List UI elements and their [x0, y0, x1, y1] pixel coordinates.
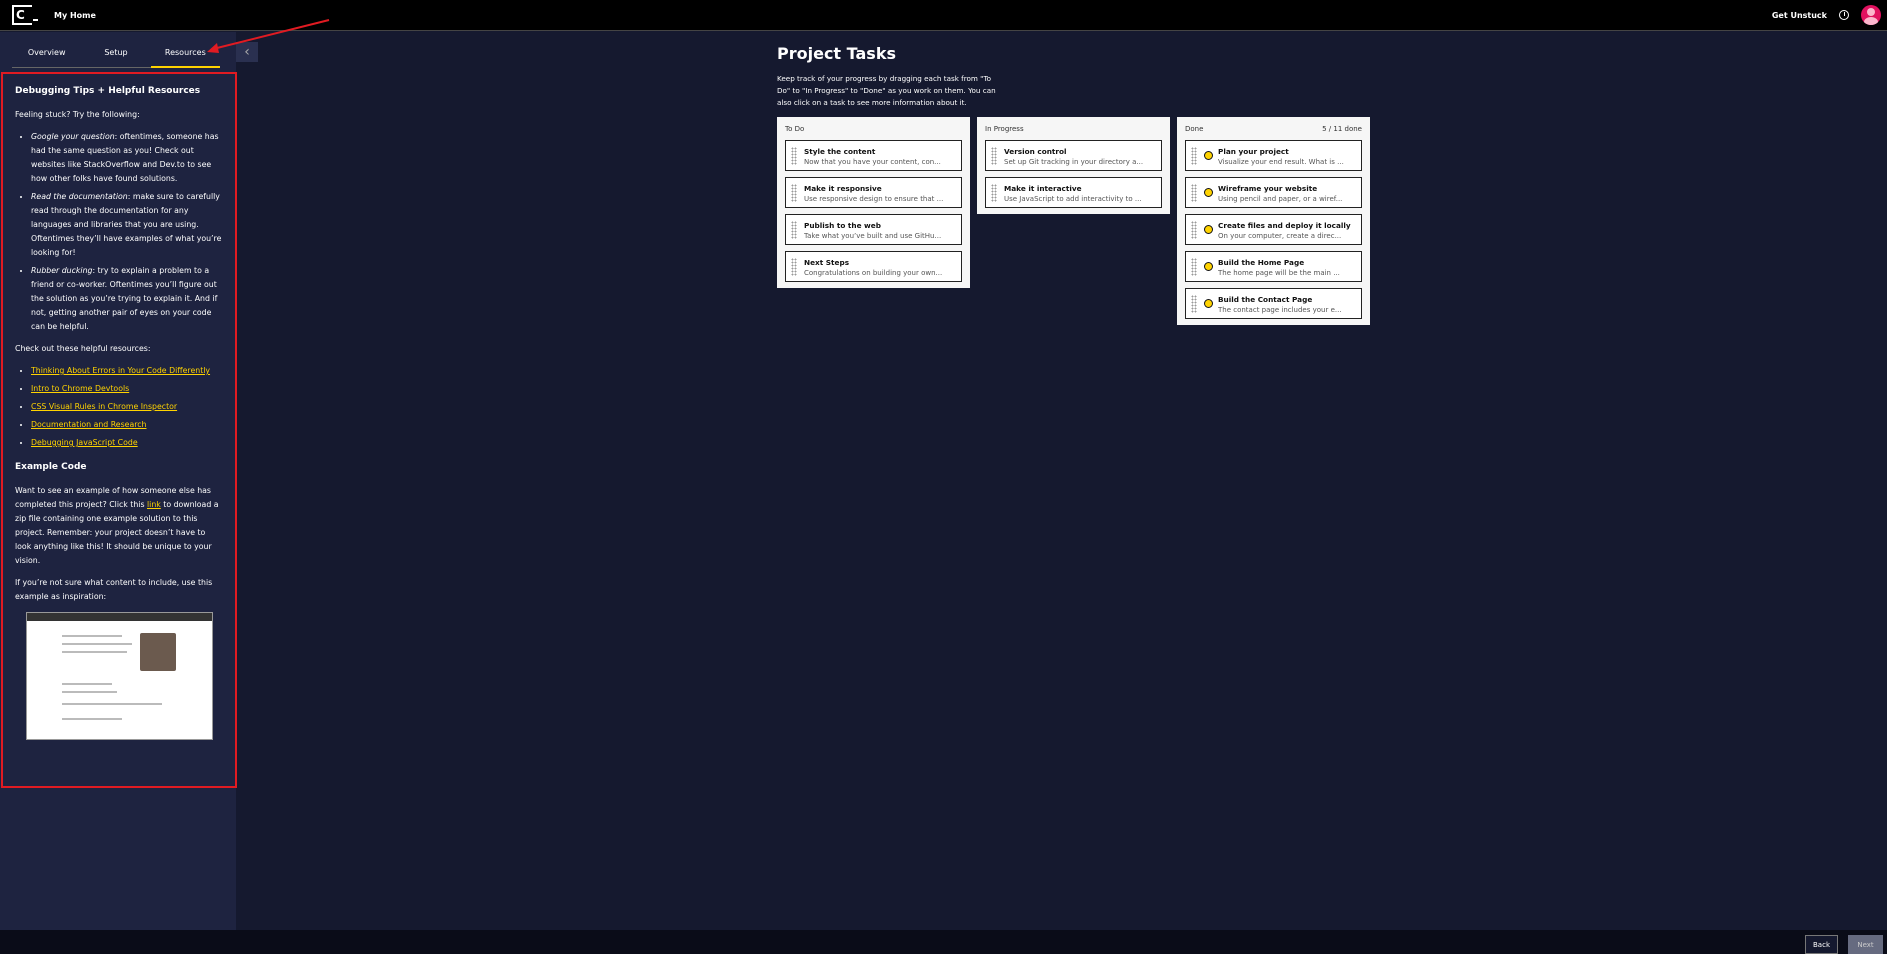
my-home-link[interactable]: My Home	[54, 11, 96, 20]
column-label: Done	[1185, 125, 1204, 133]
drag-handle-icon[interactable]	[1191, 258, 1197, 276]
task-card[interactable]: Style the content Now that you have your …	[785, 140, 962, 171]
tips-list: Google your question: oftentimes, someon…	[31, 130, 223, 334]
done-count: 5 / 11 done	[1322, 125, 1362, 133]
drag-handle-icon[interactable]	[1191, 295, 1197, 313]
next-button[interactable]: Next	[1848, 935, 1883, 954]
page-title: Project Tasks	[777, 44, 896, 63]
sidebar-tabs: Overview Setup Resources	[12, 46, 221, 68]
tip-item: Rubber ducking: try to explain a problem…	[31, 264, 223, 334]
drag-handle-icon[interactable]	[1191, 147, 1197, 165]
alarm-clock-icon[interactable]	[1839, 10, 1849, 20]
resource-link[interactable]: Documentation and Research	[31, 420, 147, 429]
back-button[interactable]: Back	[1805, 935, 1838, 954]
column-in-progress: In Progress Version control Set up Git tr…	[977, 117, 1170, 214]
drag-handle-icon[interactable]	[791, 221, 797, 239]
tab-overview[interactable]: Overview	[12, 46, 81, 67]
drag-handle-icon[interactable]	[791, 258, 797, 276]
tip-item: Read the documentation: make sure to car…	[31, 190, 223, 260]
resource-link[interactable]: Thinking About Errors in Your Code Diffe…	[31, 366, 210, 375]
resource-link[interactable]: Debugging JavaScript Code	[31, 438, 138, 447]
resource-link[interactable]: CSS Visual Rules in Chrome Inspector	[31, 402, 177, 411]
task-card[interactable]: Build the Contact Page The contact page i…	[1185, 288, 1362, 319]
drag-handle-icon[interactable]	[1191, 184, 1197, 202]
example-screenshot-image	[25, 612, 213, 740]
task-card[interactable]: Wireframe your website Using pencil and p…	[1185, 177, 1362, 208]
completed-check-icon	[1204, 262, 1213, 271]
column-label: To Do	[785, 125, 805, 133]
resources-panel: Debugging Tips + Helpful Resources Feeli…	[1, 72, 237, 788]
task-card[interactable]: Publish to the web Take what you’ve built…	[785, 214, 962, 245]
codecademy-logo[interactable]: C	[12, 5, 38, 25]
annotation-arrow	[207, 19, 330, 53]
avatar[interactable]	[1861, 5, 1881, 25]
resource-link[interactable]: Intro to Chrome Devtools	[31, 384, 129, 393]
example-download-link[interactable]: link	[147, 500, 161, 509]
task-card[interactable]: Next Steps Congratulations on building yo…	[785, 251, 962, 282]
page-description: Keep track of your progress by dragging …	[777, 74, 996, 107]
inspiration-text: If you’re not sure what content to inclu…	[15, 578, 213, 601]
drag-handle-icon[interactable]	[791, 184, 797, 202]
task-card[interactable]: Make it responsive Use responsive design …	[785, 177, 962, 208]
completed-check-icon	[1204, 151, 1213, 160]
column-todo: To Do Style the content Now that you have…	[777, 117, 970, 288]
resource-links: Thinking About Errors in Your Code Diffe…	[31, 364, 223, 450]
column-label: In Progress	[985, 125, 1024, 133]
resources-intro: Feeling stuck? Try the following:	[15, 110, 140, 119]
completed-check-icon	[1204, 225, 1213, 234]
tab-setup[interactable]: Setup	[81, 46, 150, 67]
task-card[interactable]: Plan your project Visualize your end resu…	[1185, 140, 1362, 171]
task-card[interactable]: Make it interactive Use JavaScript to add…	[985, 177, 1162, 208]
task-card[interactable]: Build the Home Page The home page will be…	[1185, 251, 1362, 282]
task-card[interactable]: Version control Set up Git tracking in yo…	[985, 140, 1162, 171]
example-text: Want to see an example of how someone el…	[15, 486, 219, 565]
task-card[interactable]: Create files and deploy it locally On you…	[1185, 214, 1362, 245]
completed-check-icon	[1204, 299, 1213, 308]
links-intro: Check out these helpful resources:	[15, 344, 151, 353]
example-code-heading: Example Code	[15, 462, 87, 472]
get-unstuck-button[interactable]: Get Unstuck	[1772, 11, 1827, 20]
drag-handle-icon[interactable]	[991, 147, 997, 165]
drag-handle-icon[interactable]	[791, 147, 797, 165]
completed-check-icon	[1204, 188, 1213, 197]
resources-heading: Debugging Tips + Helpful Resources	[15, 86, 201, 96]
drag-handle-icon[interactable]	[991, 184, 997, 202]
column-done: Done 5 / 11 done Plan your project Visuali…	[1177, 117, 1370, 325]
drag-handle-icon[interactable]	[1191, 221, 1197, 239]
tip-item: Google your question: oftentimes, someon…	[31, 130, 223, 186]
bottom-bar	[0, 930, 1887, 954]
